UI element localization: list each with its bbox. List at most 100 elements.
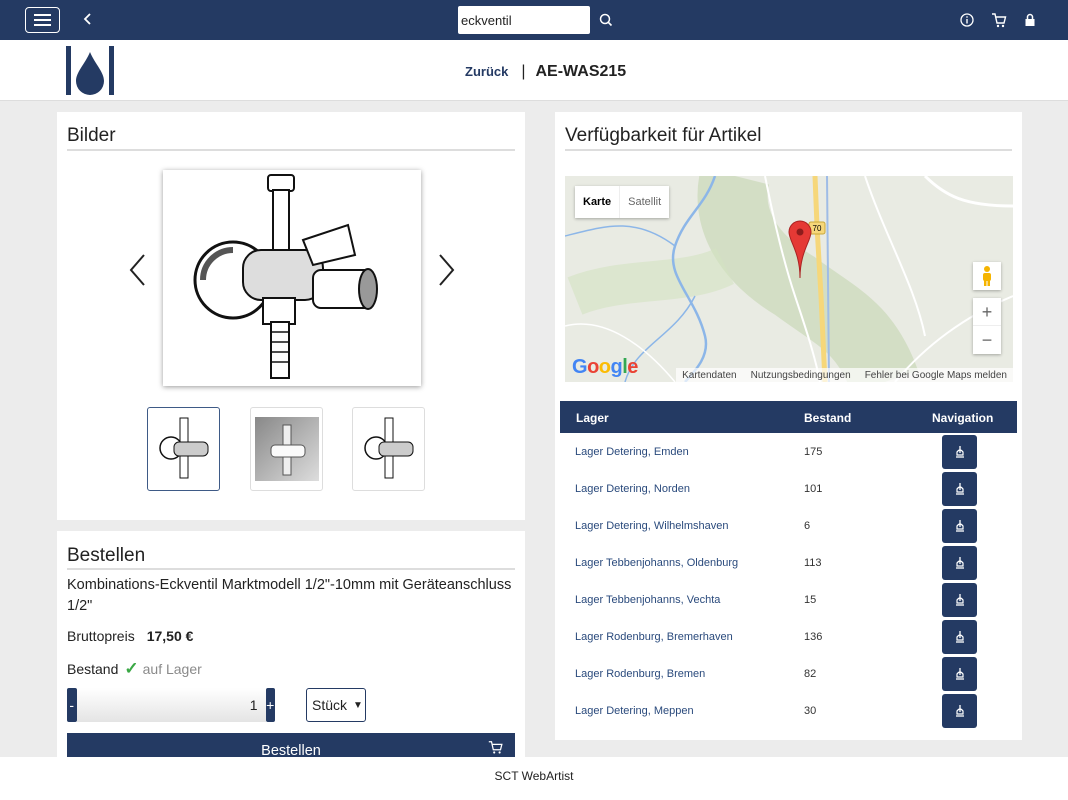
bestand-value: 6 <box>804 520 811 532</box>
map-report-link[interactable]: Fehler bei Google Maps melden <box>865 370 1007 381</box>
header-navigation: Navigation <box>932 411 994 425</box>
table-row: Lager Detering, Meppen 30 <box>560 692 1017 729</box>
next-image-arrow[interactable] <box>435 252 457 288</box>
table-row: Lager Detering, Wilhelmshaven 6 <box>560 507 1017 544</box>
zoom-out-button[interactable]: − <box>973 326 1001 354</box>
cart-icon[interactable] <box>989 10 1009 30</box>
search-input[interactable] <box>458 6 590 34</box>
map-terms-link[interactable]: Nutzungsbedingungen <box>751 370 851 381</box>
navigation-button[interactable] <box>942 694 977 728</box>
road-number: 70 <box>813 224 822 233</box>
navigation-icon <box>955 594 964 606</box>
navigation-button[interactable] <box>942 657 977 691</box>
lager-name[interactable]: Lager Rodenburg, Bremerhaven <box>575 631 733 643</box>
lager-name[interactable]: Lager Rodenburg, Bremen <box>575 668 705 680</box>
thumbnail-1[interactable] <box>147 407 220 491</box>
valve-drawing <box>193 174 378 379</box>
zoom-in-button[interactable]: + <box>973 298 1001 326</box>
back-arrow-icon[interactable] <box>78 8 98 30</box>
thumbnail-2[interactable] <box>250 407 323 491</box>
decrease-quantity-button[interactable]: - <box>67 688 77 722</box>
street-view-pegman-icon[interactable] <box>973 262 1001 290</box>
checkmark-icon: ✓ <box>124 659 139 678</box>
map-data-link[interactable]: Kartendaten <box>682 370 737 381</box>
product-name: Kombinations-Eckventil Marktmodell 1/2"-… <box>67 577 512 614</box>
info-icon[interactable] <box>957 10 977 30</box>
previous-image-arrow[interactable] <box>127 252 149 288</box>
navigation-icon <box>955 705 964 717</box>
top-navigation-bar <box>0 0 1068 40</box>
lager-name[interactable]: Lager Detering, Emden <box>575 446 689 458</box>
navigation-button[interactable] <box>942 546 977 580</box>
navigation-button[interactable] <box>942 583 977 617</box>
company-logo <box>66 46 114 95</box>
table-row: Lager Rodenburg, Bremen 82 <box>560 655 1017 692</box>
increase-quantity-button[interactable]: + <box>265 688 275 722</box>
bestand-value: 30 <box>804 705 817 717</box>
bestand-value: 15 <box>804 594 817 606</box>
navigation-icon <box>955 668 964 680</box>
unit-value: Stück <box>312 697 348 713</box>
breadcrumb: Zurück | AE-WAS215 <box>465 63 626 83</box>
search-icon[interactable] <box>596 10 616 30</box>
menu-icon[interactable] <box>25 7 60 33</box>
divider <box>67 568 515 570</box>
navigation-button[interactable] <box>942 472 977 506</box>
order-button[interactable]: Bestellen <box>67 733 515 757</box>
order-panel: Bestellen Kombinations-Eckventil Marktmo… <box>57 531 525 757</box>
availability-title: Verfügbarkeit für Artikel <box>565 125 762 146</box>
unit-select[interactable]: Stück ▼ <box>306 688 366 722</box>
header-lager: Lager <box>576 411 609 425</box>
lager-name[interactable]: Lager Detering, Norden <box>575 483 690 495</box>
price-value: 17,50 € <box>146 628 194 644</box>
navigation-icon <box>955 483 964 495</box>
quantity-input[interactable] <box>76 688 266 722</box>
thumbnail-valve-image <box>363 417 413 479</box>
google-logo[interactable]: Google <box>572 356 638 379</box>
table-row: Lager Tebbenjohanns, Vechta 15 <box>560 581 1017 618</box>
images-panel: Bilder <box>57 112 525 520</box>
price-label: Bruttopreis <box>67 628 135 644</box>
lock-icon[interactable] <box>1020 10 1040 30</box>
separator: | <box>521 63 526 80</box>
table-row: Lager Detering, Emden 175 <box>560 433 1017 470</box>
lager-name[interactable]: Lager Tebbenjohanns, Vechta <box>575 594 720 606</box>
product-main-image <box>163 170 421 386</box>
divider <box>565 149 1012 151</box>
map-footer: Kartendaten Nutzungsbedingungen Fehler b… <box>676 368 1013 382</box>
stock-status: auf Lager <box>142 661 202 677</box>
bestand-value: 113 <box>804 557 822 569</box>
bestand-value: 175 <box>804 446 823 458</box>
navigation-icon <box>955 446 964 458</box>
table-header: Lager Bestand Navigation <box>560 401 1017 433</box>
back-link[interactable]: Zurück <box>465 64 508 79</box>
navigation-icon <box>955 557 964 569</box>
thumbnail-3[interactable] <box>352 407 425 491</box>
price-row: Bruttopreis 17,50 € <box>67 628 193 644</box>
lager-name[interactable]: Lager Detering, Wilhelmshaven <box>575 520 728 532</box>
map[interactable]: 70 Karte Satellit + − Google Kartendaten… <box>565 176 1013 382</box>
navigation-button[interactable] <box>942 435 977 469</box>
divider <box>67 149 515 151</box>
availability-panel: Verfügbarkeit für Artikel 70 Karte Satel… <box>555 112 1022 740</box>
article-number: AE-WAS215 <box>535 63 627 80</box>
bestand-value: 136 <box>804 631 823 643</box>
thumbnail-valve-image <box>158 417 208 479</box>
navigation-button[interactable] <box>942 509 977 543</box>
page-footer: SCT WebArtist <box>0 757 1068 800</box>
cart-icon <box>488 741 503 754</box>
map-type-karte[interactable]: Karte <box>575 186 619 218</box>
lager-name[interactable]: Lager Tebbenjohanns, Oldenburg <box>575 557 738 569</box>
stock-table: Lager Bestand Navigation Lager Detering,… <box>560 401 1017 729</box>
images-title: Bilder <box>67 125 116 146</box>
navigation-icon <box>955 631 964 643</box>
sub-header: Zurück | AE-WAS215 <box>0 40 1068 101</box>
navigation-icon <box>955 520 964 532</box>
navigation-button[interactable] <box>942 620 977 654</box>
order-title: Bestellen <box>67 545 146 566</box>
lager-name[interactable]: Lager Detering, Meppen <box>575 705 694 717</box>
map-type-satellit[interactable]: Satellit <box>619 186 669 218</box>
caret-down-icon: ▼ <box>353 699 363 711</box>
table-row: Lager Detering, Norden 101 <box>560 470 1017 507</box>
bestand-value: 101 <box>804 483 823 495</box>
